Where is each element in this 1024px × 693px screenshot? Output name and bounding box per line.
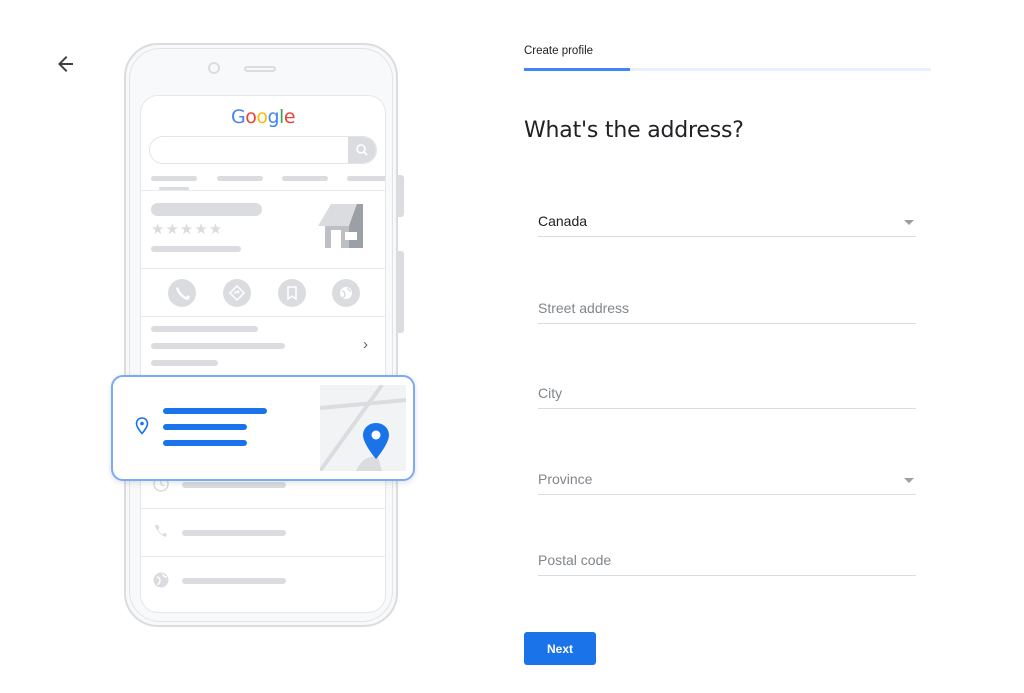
mock-tab <box>217 176 263 181</box>
rating-stars: ★★★★★ <box>151 221 224 238</box>
arrow-left-icon <box>58 56 73 72</box>
mock-line <box>151 343 285 349</box>
search-icon <box>356 144 368 156</box>
city-field[interactable] <box>538 379 916 409</box>
storefront-icon <box>318 204 363 248</box>
postal-code-field[interactable] <box>538 546 916 576</box>
street-address-field[interactable] <box>538 294 916 324</box>
divider <box>141 268 385 269</box>
city-input[interactable] <box>538 379 916 407</box>
phone-volume-button <box>398 251 404 333</box>
postal-code-input[interactable] <box>538 546 916 574</box>
mock-line <box>182 578 286 584</box>
phone-icon <box>155 525 167 537</box>
map-graphic <box>320 385 406 471</box>
globe-icon <box>153 572 169 588</box>
mock-tab <box>347 176 385 181</box>
province-placeholder: Province <box>538 471 593 487</box>
mock-line <box>151 246 241 252</box>
mock-directions-button <box>223 279 251 307</box>
google-logo-letter: o <box>245 106 257 128</box>
progress-bar <box>524 68 931 71</box>
mock-search-button <box>348 137 376 163</box>
google-logo: Google <box>141 106 385 128</box>
directions-icon <box>228 284 246 302</box>
phone-illustration: Google ★★★★★ › <box>124 43 404 627</box>
divider <box>141 508 385 509</box>
next-button[interactable]: Next <box>524 632 596 665</box>
street-address-input[interactable] <box>538 294 916 322</box>
mock-line <box>182 530 286 536</box>
google-logo-letter: g <box>267 106 280 128</box>
back-button[interactable] <box>54 52 78 76</box>
mock-line <box>151 360 218 366</box>
mock-website-button <box>332 279 360 307</box>
address-highlight-card <box>111 375 415 481</box>
country-select[interactable]: Canada <box>538 207 916 237</box>
mock-line <box>151 326 258 332</box>
province-select[interactable]: Province <box>538 465 916 495</box>
phone-speaker <box>244 66 276 72</box>
phone-icon <box>176 287 190 300</box>
mock-line <box>182 482 286 488</box>
google-logo-letter: e <box>283 106 296 128</box>
phone-screen: Google ★★★★★ › <box>140 95 386 613</box>
google-logo-letter: G <box>230 106 246 128</box>
step-label: Create profile <box>524 45 594 57</box>
mock-search-bar <box>149 136 377 164</box>
phone-camera <box>208 62 220 74</box>
google-logo-letter: o <box>256 106 268 128</box>
mock-tab <box>282 176 328 181</box>
divider <box>141 190 385 191</box>
globe-icon <box>340 287 352 299</box>
mock-call-button <box>168 279 196 307</box>
progress-fill <box>524 68 630 71</box>
bookmark-icon <box>287 286 297 301</box>
location-pin-icon <box>135 417 149 435</box>
mock-tab <box>151 176 197 181</box>
mock-address-line <box>163 424 247 430</box>
mock-save-button <box>278 279 306 307</box>
page-title: What's the address? <box>524 118 744 143</box>
divider <box>141 316 385 317</box>
mock-address-line <box>163 440 247 446</box>
dropdown-arrow-icon <box>904 220 914 225</box>
mock-business-name <box>151 203 262 216</box>
country-value: Canada <box>538 213 588 229</box>
dropdown-arrow-icon <box>904 478 914 483</box>
chevron-right-icon: › <box>363 336 368 353</box>
mini-map <box>320 385 406 471</box>
phone-side-button <box>398 175 404 217</box>
mock-address-line <box>163 408 267 414</box>
divider <box>141 556 385 557</box>
